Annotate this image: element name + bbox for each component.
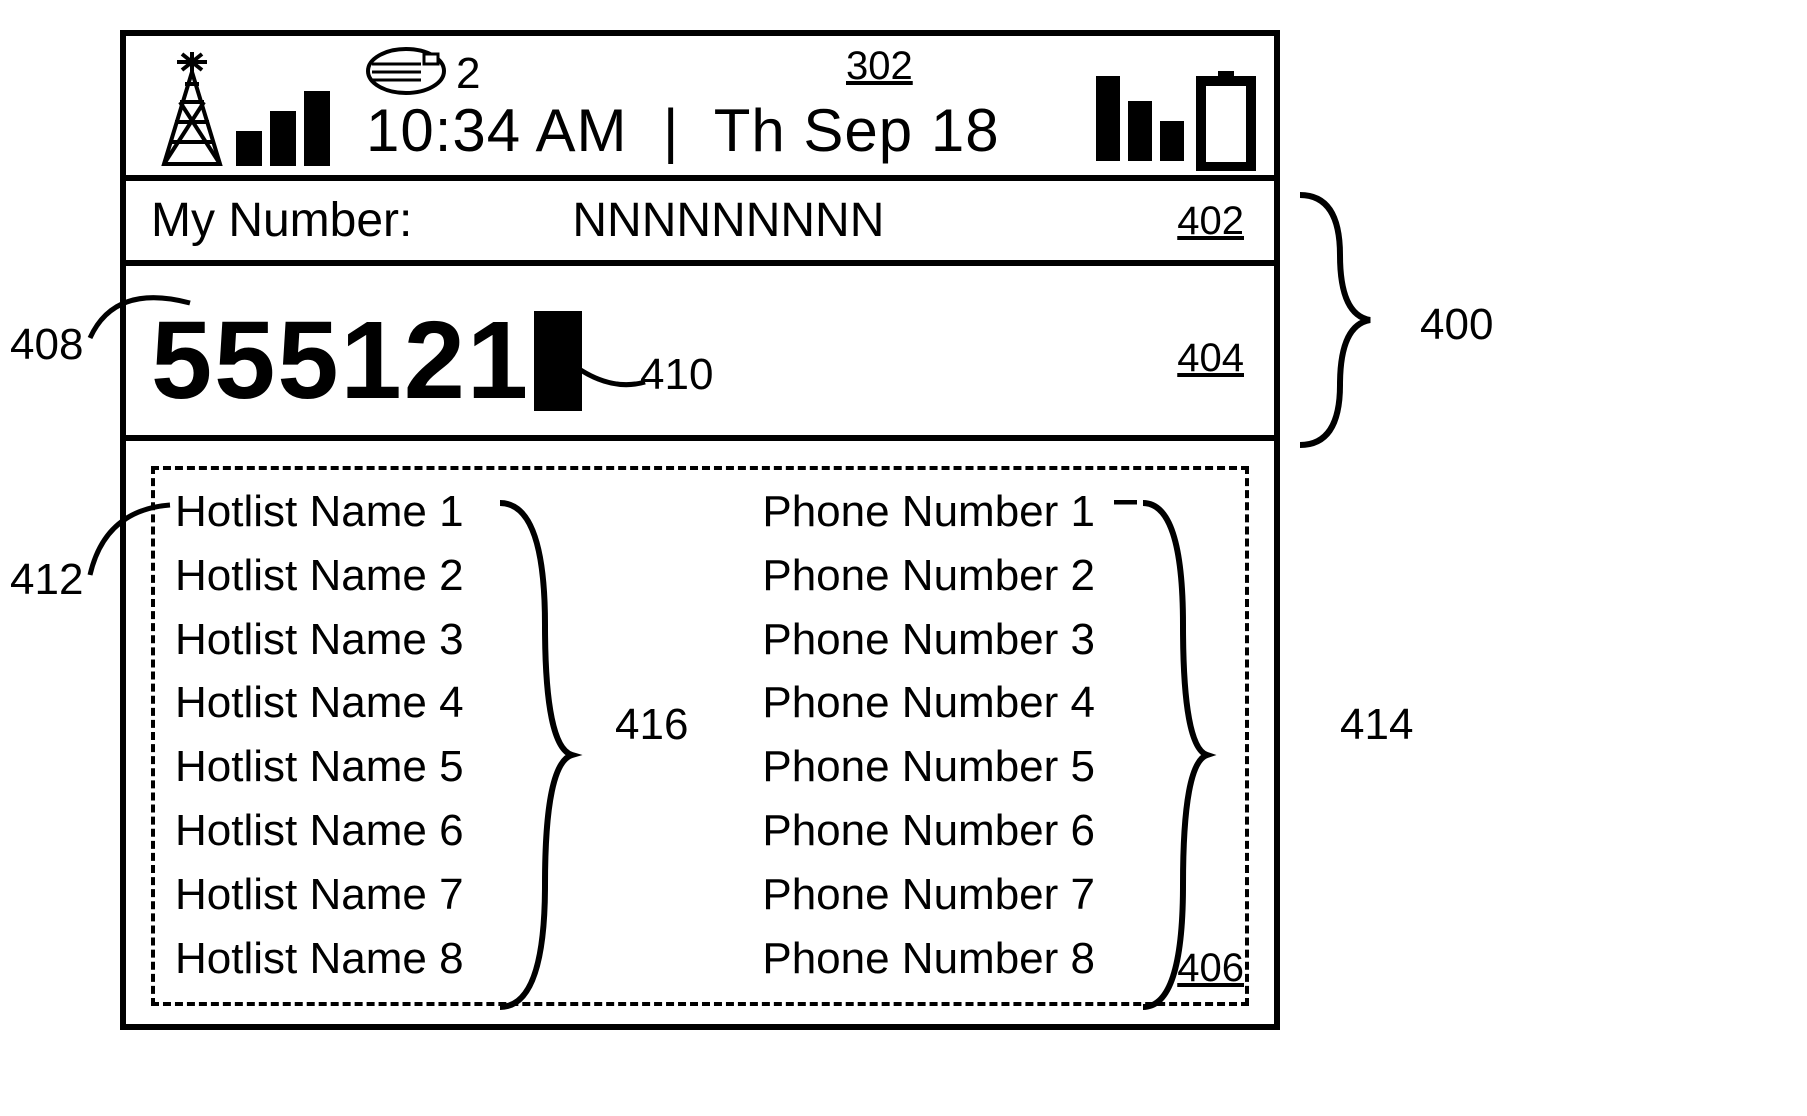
hotlist-name[interactable]: Hotlist Name 3: [175, 608, 464, 672]
time-date-label: 10:34 AM | Th Sep 18: [366, 96, 1000, 165]
antenna-tower-icon: [152, 42, 232, 172]
status-bar: 2 10:34 AM | Th Sep 18 302: [126, 36, 1274, 181]
hotlist-name[interactable]: Hotlist Name 6: [175, 799, 464, 863]
hotlist-number[interactable]: Phone Number 5: [762, 735, 1095, 799]
hotlist-number[interactable]: Phone Number 6: [762, 799, 1095, 863]
callout-408: 408: [10, 320, 83, 370]
mail-count-label: 2: [456, 49, 480, 99]
leader-arc-408: [85, 278, 195, 353]
hotlist-name[interactable]: Hotlist Name 8: [175, 927, 464, 991]
leader-arc-412: [85, 500, 175, 585]
hotlist-area: Hotlist Name 1 Hotlist Name 2 Hotlist Na…: [126, 441, 1274, 1016]
leader-414-top: [1112, 500, 1142, 525]
hotlist-number[interactable]: Phone Number 1: [762, 480, 1095, 544]
brace-414: [1135, 495, 1215, 1020]
my-number-value: NNNNNNNNN: [572, 193, 884, 248]
hotlist-name[interactable]: Hotlist Name 5: [175, 735, 464, 799]
brace-400: [1290, 190, 1380, 455]
hotlist-names-column: Hotlist Name 1 Hotlist Name 2 Hotlist Na…: [175, 480, 464, 992]
callout-402: 402: [1177, 199, 1244, 244]
dialed-number-display: 555121: [151, 297, 582, 424]
callout-414: 414: [1340, 700, 1413, 750]
signal-strength-left-icon: [236, 91, 330, 166]
leader-arc-410: [545, 340, 655, 405]
date-label: Th Sep 18: [714, 97, 1000, 164]
callout-412: 412: [10, 555, 83, 605]
hotlist-name[interactable]: Hotlist Name 4: [175, 671, 464, 735]
signal-strength-right-icon: [1096, 76, 1184, 161]
hotlist-number[interactable]: Phone Number 3: [762, 608, 1095, 672]
hotlist-number[interactable]: Phone Number 7: [762, 863, 1095, 927]
dialed-digits: 555121: [151, 297, 530, 424]
hotlist-name[interactable]: Hotlist Name 7: [175, 863, 464, 927]
mail-icon: [366, 46, 446, 101]
callout-404: 404: [1177, 336, 1244, 381]
hotlist-numbers-column: Phone Number 1 Phone Number 2 Phone Numb…: [762, 480, 1095, 992]
hotlist-number[interactable]: Phone Number 4: [762, 671, 1095, 735]
brace-416: [490, 495, 580, 1020]
hotlist-name[interactable]: Hotlist Name 1: [175, 480, 464, 544]
callout-416: 416: [615, 700, 688, 750]
callout-302: 302: [846, 44, 913, 89]
hotlist-dashed-box: Hotlist Name 1 Hotlist Name 2 Hotlist Na…: [151, 466, 1249, 1006]
my-number-label: My Number:: [151, 193, 412, 248]
hotlist-name[interactable]: Hotlist Name 2: [175, 544, 464, 608]
hotlist-number[interactable]: Phone Number 2: [762, 544, 1095, 608]
callout-400: 400: [1420, 300, 1493, 350]
battery-icon: [1196, 71, 1256, 176]
my-number-row: My Number: NNNNNNNNN 402: [126, 181, 1274, 266]
hotlist-number[interactable]: Phone Number 8: [762, 927, 1095, 991]
separator-label: |: [663, 97, 680, 164]
device-screen: 2 10:34 AM | Th Sep 18 302: [120, 30, 1280, 1030]
time-label: 10:34 AM: [366, 97, 628, 164]
